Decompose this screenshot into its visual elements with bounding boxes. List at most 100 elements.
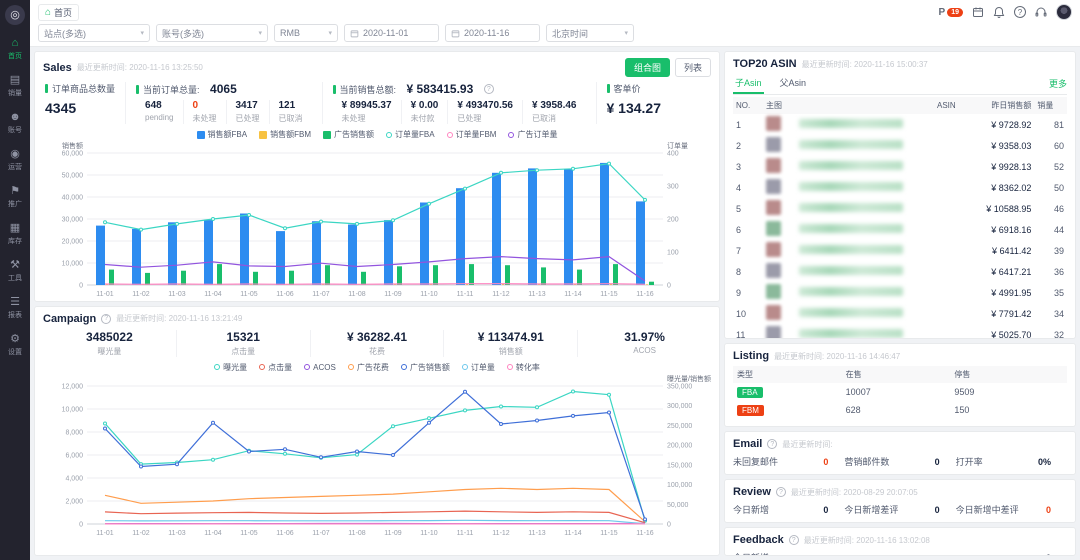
listing-rows: FBA 10007 9509 FBM 628 150 (733, 383, 1067, 419)
sidebar-item[interactable]: ▤ 销量 (8, 68, 22, 105)
topbar-icons: P 19 ? (939, 4, 1072, 20)
asin-row[interactable]: 3 ¥ 9928.13 52 (733, 156, 1067, 177)
asin-row[interactable]: 10 ¥ 7791.42 34 (733, 303, 1067, 324)
end-date-input[interactable]: 2020-11-16 (445, 24, 540, 42)
campaign-stat: ¥ 113474.91 销售额 (444, 329, 579, 357)
svg-text:11-08: 11-08 (348, 291, 365, 298)
legend-marker-icon (196, 130, 205, 139)
legend-label: 订单量FBA (395, 130, 435, 139)
asin-redacted (798, 203, 903, 212)
legend-label: 广告订单量 (517, 130, 558, 139)
stat-cell: 今日新增 0 (733, 551, 1067, 556)
product-image (765, 263, 781, 278)
stat-value: ¥ 0.00 (410, 100, 439, 111)
legend-item[interactable]: 订单量 (461, 362, 495, 373)
sales-cell: ¥ 5025.70 (991, 329, 1032, 339)
sidebar-item[interactable]: ☰ 报表 (8, 290, 22, 327)
asin-tabs: 子Asin 父Asin (733, 73, 808, 94)
legend-item[interactable]: 转化率 (506, 362, 540, 373)
legend-item[interactable]: 广告花费 (347, 362, 389, 373)
column-header: NO. (733, 97, 763, 114)
sidebar-item[interactable]: ◉ 运营 (8, 142, 22, 179)
qty-cell: 36 (1053, 266, 1064, 277)
legend-item[interactable]: 销售额FBA (196, 129, 247, 140)
combo-chart-button[interactable]: 组合图 (624, 58, 670, 77)
asin-tab[interactable]: 父Asin (778, 73, 809, 94)
stat-value: 3417 (235, 100, 258, 111)
stat-label: 销售额 (498, 346, 523, 356)
asin-row[interactable]: 8 ¥ 6417.21 36 (733, 261, 1067, 282)
asin-tab[interactable]: 子Asin (733, 73, 764, 94)
asin-row[interactable]: 1 ¥ 9728.92 81 (733, 114, 1067, 135)
asin-row[interactable]: 6 ¥ 6918.16 44 (733, 219, 1067, 240)
legend-item[interactable]: 曝光量 (214, 362, 247, 373)
legend-item[interactable]: 订单量FBA (386, 129, 435, 140)
headset-icon[interactable] (1035, 6, 1047, 18)
help-icon[interactable]: ? (1014, 6, 1026, 18)
svg-text:12,000: 12,000 (62, 383, 84, 390)
account-select[interactable]: 账号(多选) ▾ (156, 24, 268, 42)
marker-icon (332, 84, 336, 94)
currency-select[interactable]: RMB ▾ (274, 24, 338, 42)
legend-label: 销售额FBM (270, 130, 311, 139)
sidebar-item[interactable]: ☻ 账号 (8, 105, 22, 142)
timezone-select[interactable]: 北京时间 ▾ (546, 24, 634, 42)
stat-value: 0 (934, 504, 940, 515)
currency-select-value: RMB (280, 28, 300, 38)
site-select[interactable]: 站点(多选) ▾ (38, 24, 150, 42)
legend-label: 广告花费 (356, 362, 389, 372)
asin-redacted (798, 161, 903, 170)
rank-cell: 1 (736, 119, 742, 130)
updated-time: 最近更新时间: 2020-11-16 13:02:08 (803, 535, 930, 545)
legend-item[interactable]: 广告销售额 (400, 362, 450, 373)
rank-cell: 11 (736, 329, 746, 339)
user-avatar[interactable] (1056, 4, 1072, 20)
stat-value: 0 (823, 504, 829, 515)
app-logo-icon[interactable]: ◎ (5, 5, 25, 25)
legend-item[interactable]: 广告销售额 (323, 129, 374, 140)
asin-row[interactable]: 5 ¥ 10588.95 46 (733, 198, 1067, 219)
legend-item[interactable]: 点击量 (259, 362, 292, 373)
info-icon: ? (483, 84, 494, 94)
list-view-button[interactable]: 列表 (674, 58, 711, 77)
more-link[interactable]: 更多 (1049, 77, 1067, 90)
legend-marker-icon (259, 130, 268, 139)
sidebar-item[interactable]: ⚑ 推广 (8, 179, 22, 216)
legend-item[interactable]: 广告订单量 (508, 129, 557, 140)
asin-redacted (798, 182, 903, 191)
stat-label: ACOS (633, 345, 656, 355)
legend-item[interactable]: 订单量FBM (446, 129, 496, 140)
sidebar-item[interactable]: ⚙ 设置 (8, 327, 22, 364)
stat-cell: 打开率 0% (956, 455, 1067, 468)
legend-item[interactable]: 销售额FBM (259, 129, 311, 140)
asin-redacted (798, 329, 903, 338)
sidebar-item[interactable]: ⌂ 首页 (8, 31, 22, 68)
notification-indicator[interactable]: P 19 (939, 7, 963, 18)
svg-text:50,000: 50,000 (667, 501, 689, 508)
asin-row[interactable]: 4 ¥ 8362.02 50 (733, 177, 1067, 198)
asin-row[interactable]: 7 ¥ 6411.42 39 (733, 240, 1067, 261)
stat-value: 0% (1037, 456, 1051, 467)
sidebar-item[interactable]: ▦ 库存 (8, 216, 22, 253)
asin-row[interactable]: 2 ¥ 9358.03 60 (733, 135, 1067, 156)
svg-text:300: 300 (667, 184, 679, 191)
sidebar-item[interactable]: ⚒ 工具 (8, 253, 22, 290)
qty-cell: 39 (1053, 245, 1064, 256)
qty-cell: 81 (1053, 119, 1064, 130)
asin-row[interactable]: 9 ¥ 4991.95 35 (733, 282, 1067, 303)
legend-item[interactable]: ACOS (304, 362, 336, 373)
start-date-input[interactable]: 2020-11-01 (344, 24, 439, 42)
svg-text:11-05: 11-05 (240, 291, 257, 298)
panel-title: Campaign (43, 312, 97, 325)
qty-cell: 44 (1053, 224, 1064, 235)
fulfillment-badge: FBA (737, 387, 763, 398)
asin-row[interactable]: 11 ¥ 5025.70 32 (733, 324, 1067, 339)
panel-title: TOP20 ASIN (733, 58, 797, 70)
legend-label: 订单量 (470, 362, 495, 372)
calendar-icon[interactable] (972, 6, 984, 18)
breadcrumb[interactable]: ⌂ 首页 (38, 3, 80, 21)
feedback-panel: Feedback ? 最近更新时间: 2020-11-16 13:02:08 今… (724, 527, 1076, 556)
svg-text:11-02: 11-02 (132, 530, 149, 537)
svg-text:11-13: 11-13 (528, 291, 545, 298)
bell-icon[interactable] (993, 6, 1005, 18)
